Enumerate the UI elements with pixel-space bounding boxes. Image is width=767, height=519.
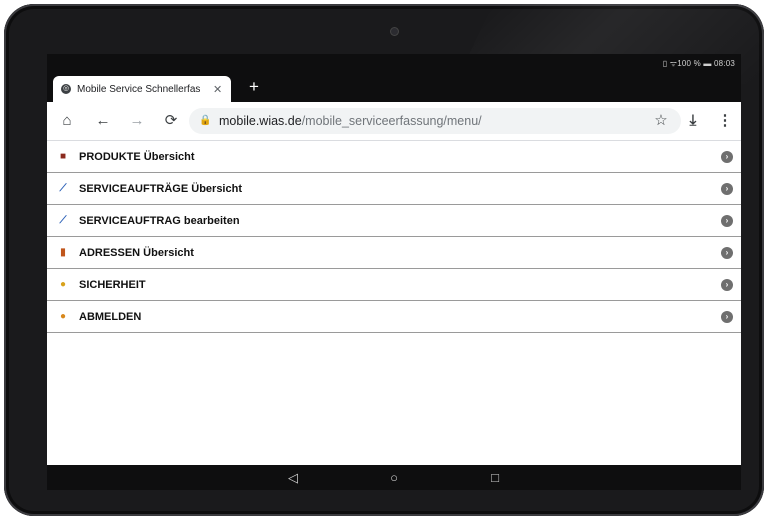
menu-item-label: SICHERHEIT <box>79 278 146 291</box>
chevron-right-icon: › <box>721 310 733 323</box>
url-text: mobile.wias.de/mobile_serviceerfassung/m… <box>219 108 482 134</box>
chevron-right-icon: › <box>721 150 733 163</box>
status-indicators: ▯ ᯤ100 % ▬ 08:03 <box>662 59 735 68</box>
menu-list: ■ PRODUKTE Übersicht › ⟋ SERVICEAUFTRÄGE… <box>47 141 741 465</box>
front-camera <box>391 28 398 35</box>
chevron-right-icon: › <box>721 182 733 195</box>
menu-item-adressen[interactable]: ▮ ADRESSEN Übersicht › <box>47 237 741 269</box>
chevron-right-icon: › <box>721 278 733 291</box>
address-bar[interactable]: 🔒 mobile.wias.de/mobile_serviceerfassung… <box>189 108 681 134</box>
star-icon[interactable]: ☆ <box>651 111 671 131</box>
menu-item-label: ABMELDEN <box>79 310 142 323</box>
lock-icon: 🔒 <box>199 115 212 126</box>
wrench-icon: ⟋ <box>59 215 67 226</box>
status-bar: ▯ ᯤ100 % ▬ 08:03 <box>47 54 741 72</box>
nav-recents-icon[interactable]: □ <box>485 469 505 487</box>
menu-item-abmelden[interactable]: ● ABMELDEN › <box>47 301 741 333</box>
url-path: /mobile_serviceerfassung/menu/ <box>301 114 482 128</box>
product-icon: ■ <box>59 151 67 162</box>
tab-strip: ◎ Mobile Service Schnellerfas ✕ + <box>47 72 741 102</box>
browser-toolbar: ⌂ ← → ⟳ 🔒 mobile.wias.de/mobile_servicee… <box>47 102 741 141</box>
download-icon[interactable]: ⤓ <box>683 111 703 131</box>
menu-item-serviceauftraege[interactable]: ⟋ SERVICEAUFTRÄGE Übersicht › <box>47 173 741 205</box>
new-tab-button[interactable]: + <box>243 76 265 98</box>
logout-user-icon: ● <box>59 311 67 322</box>
address-book-icon: ▮ <box>60 247 66 258</box>
url-domain: mobile.wias.de <box>219 114 302 128</box>
menu-item-label: ADRESSEN Übersicht <box>79 246 194 259</box>
nav-home-icon[interactable]: ○ <box>384 469 404 487</box>
menu-item-label: PRODUKTE Übersicht <box>79 150 195 163</box>
security-user-icon: ● <box>59 279 67 290</box>
tablet-screen: ▯ ᯤ100 % ▬ 08:03 ◎ Mobile Service Schnel… <box>47 54 741 490</box>
forward-icon[interactable]: → <box>127 111 147 131</box>
wrench-icon: ⟋ <box>59 183 67 194</box>
tab-title: Mobile Service Schnellerfas <box>77 83 201 95</box>
reload-icon[interactable]: ⟳ <box>161 111 181 131</box>
menu-item-serviceauftrag-bearbeiten[interactable]: ⟋ SERVICEAUFTRAG bearbeiten › <box>47 205 741 237</box>
chevron-right-icon: › <box>721 246 733 259</box>
home-icon[interactable]: ⌂ <box>57 111 77 131</box>
more-menu-icon[interactable]: ⋮ <box>715 111 735 131</box>
globe-icon: ◎ <box>61 84 71 94</box>
android-nav-bar: ◁ ○ □ <box>47 465 741 490</box>
chevron-right-icon: › <box>721 214 733 227</box>
menu-item-label: SERVICEAUFTRAG bearbeiten <box>79 214 240 227</box>
close-tab-icon[interactable]: ✕ <box>213 83 222 96</box>
menu-item-produkte[interactable]: ■ PRODUKTE Übersicht › <box>47 141 741 173</box>
menu-item-sicherheit[interactable]: ● SICHERHEIT › <box>47 269 741 301</box>
menu-item-label: SERVICEAUFTRÄGE Übersicht <box>79 182 242 195</box>
browser-tab[interactable]: ◎ Mobile Service Schnellerfas ✕ <box>53 76 231 102</box>
nav-back-icon[interactable]: ◁ <box>283 469 303 487</box>
back-icon[interactable]: ← <box>93 111 113 131</box>
tablet-frame: ▯ ᯤ100 % ▬ 08:03 ◎ Mobile Service Schnel… <box>4 4 764 516</box>
